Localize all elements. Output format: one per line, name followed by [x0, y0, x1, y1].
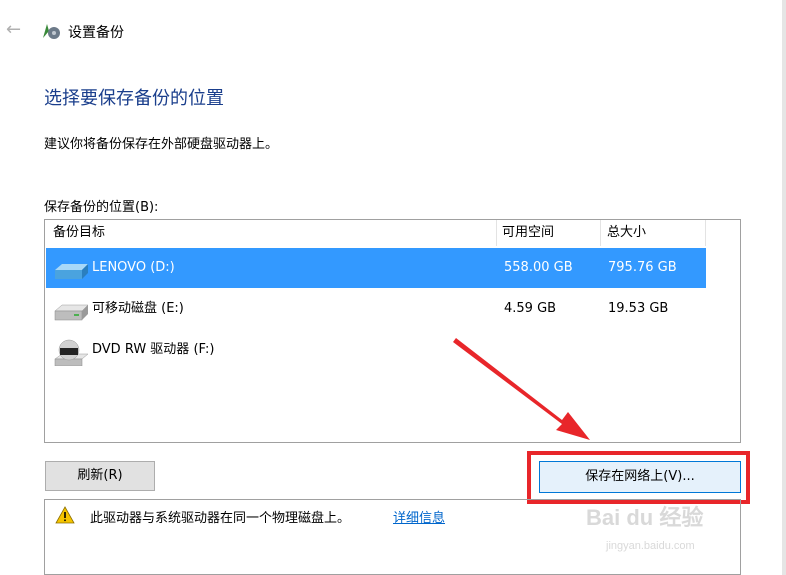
backup-app-icon — [43, 24, 60, 39]
annotation-arrow-icon — [453, 338, 590, 440]
table-row[interactable]: LENOVO (D:) 558.00 GB 795.76 GB — [46, 248, 706, 288]
page-description: 建议你将备份保存在外部硬盘驱动器上。 — [44, 137, 279, 152]
column-separator — [600, 220, 601, 246]
drive-name: LENOVO (D:) — [92, 260, 175, 275]
details-link[interactable]: 详细信息 — [393, 507, 445, 526]
window-edge — [782, 0, 786, 575]
window-title: 设置备份 — [68, 25, 124, 41]
refresh-button[interactable]: 刷新(R) — [45, 461, 155, 491]
backup-target-list[interactable]: 备份目标 可用空间 总大小 LENOVO (D:) 558.00 GB 795.… — [44, 219, 741, 443]
table-row[interactable]: 可移动磁盘 (E:) 4.59 GB 19.53 GB — [46, 289, 706, 329]
warning-message: 此驱动器与系统驱动器在同一个物理磁盘上。 — [90, 511, 351, 526]
drive-free-space: 4.59 GB — [504, 301, 557, 316]
watermark-logo: Bai du 经验 — [586, 505, 704, 530]
column-separator — [496, 220, 497, 246]
column-header-target[interactable]: 备份目标 — [53, 220, 105, 246]
back-arrow-icon[interactable]: ← — [6, 20, 26, 40]
drive-total-size: 19.53 GB — [608, 301, 669, 316]
dvd-drive-icon — [54, 339, 89, 366]
location-label: 保存备份的位置(B): — [44, 200, 159, 215]
warning-icon — [55, 506, 75, 524]
save-on-network-button[interactable]: 保存在网络上(V)... — [539, 461, 741, 493]
removable-drive-icon — [54, 304, 89, 321]
drive-free-space: 558.00 GB — [504, 260, 573, 275]
column-header-free[interactable]: 可用空间 — [502, 220, 554, 246]
table-row[interactable]: DVD RW 驱动器 (F:) — [46, 330, 706, 370]
drive-total-size: 795.76 GB — [608, 260, 677, 275]
watermark-url: jingyan.baidu.com — [606, 540, 695, 552]
hard-drive-icon — [55, 264, 88, 279]
drive-name: DVD RW 驱动器 (F:) — [92, 342, 215, 357]
column-header-total[interactable]: 总大小 — [607, 220, 646, 246]
page-title: 选择要保存备份的位置 — [44, 88, 224, 109]
column-separator — [705, 220, 706, 246]
drive-name: 可移动磁盘 (E:) — [92, 301, 184, 316]
